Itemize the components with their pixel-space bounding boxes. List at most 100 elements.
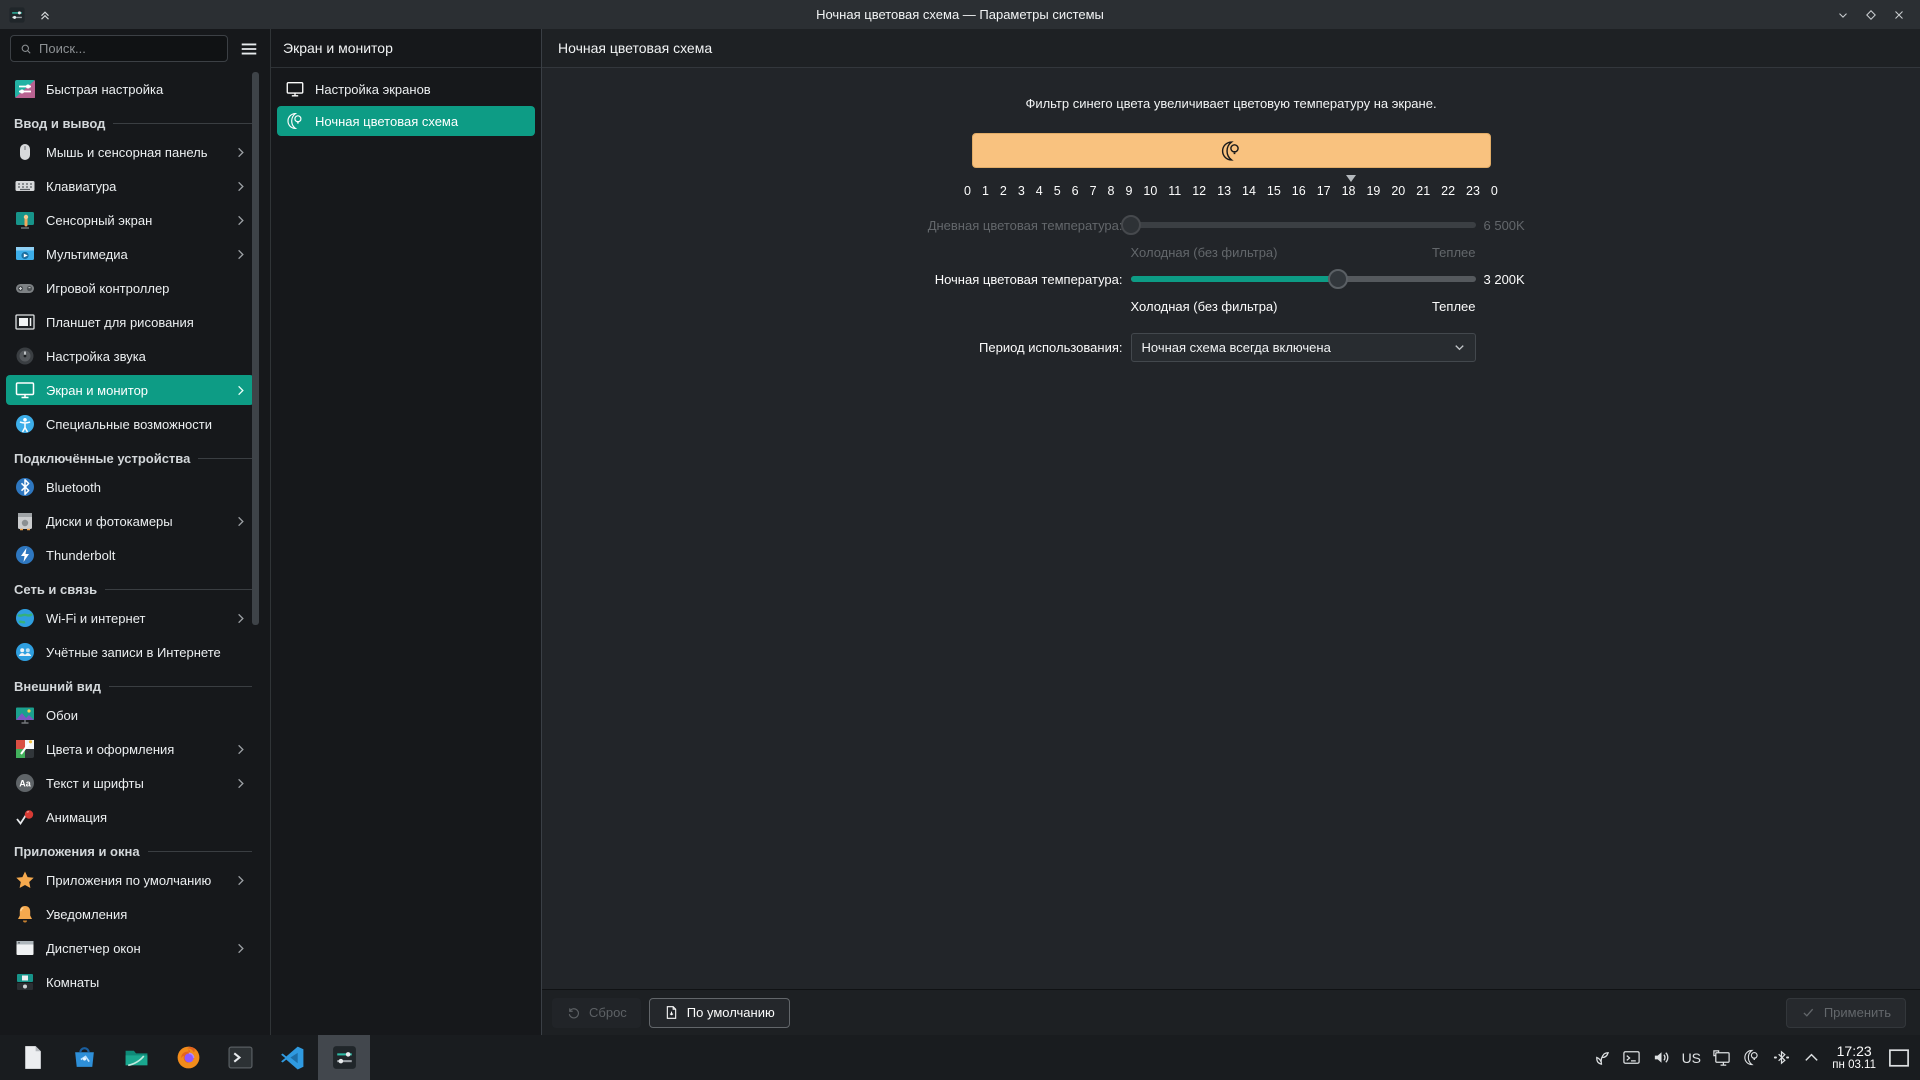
system-settings-icon	[331, 1044, 358, 1071]
subnav-item-screen-settings[interactable]: Настройка экранов	[277, 74, 535, 104]
tray-keyboard-layout[interactable]: US	[1676, 1035, 1706, 1080]
tray-screen-share[interactable]	[1706, 1035, 1736, 1080]
close-button[interactable]	[1890, 6, 1908, 24]
animation-icon	[14, 806, 36, 828]
taskbar-app-discover[interactable]	[58, 1035, 110, 1080]
sidebar-item-default-apps[interactable]: Приложения по умолчанию	[6, 865, 254, 895]
main-panel: Ночная цветовая схема Фильтр синего цвет…	[542, 29, 1920, 1035]
timeline-hour: 0	[1491, 184, 1498, 198]
timeline-hour: 6	[1072, 184, 1079, 198]
chevron-right-icon	[233, 941, 248, 956]
taskbar-app-dolphin[interactable]	[110, 1035, 162, 1080]
multimedia-icon	[14, 243, 36, 265]
clock[interactable]: 17:23 пн 03.11	[1832, 1043, 1876, 1072]
taskbar-app-vscode[interactable]	[266, 1035, 318, 1080]
sidebar-item-keyboard[interactable]: Клавиатура	[6, 171, 254, 201]
mouse-icon	[14, 141, 36, 163]
hamburger-menu-button[interactable]	[236, 36, 262, 62]
timeline-hour: 8	[1108, 184, 1115, 198]
tray-night-color[interactable]	[1736, 1035, 1766, 1080]
subnav-item-label: Настройка экранов	[315, 82, 431, 97]
tray-volume[interactable]	[1646, 1035, 1676, 1080]
timeline-hour: 0	[964, 184, 971, 198]
bluetooth-icon	[14, 476, 36, 498]
timeline-hour: 2	[1000, 184, 1007, 198]
slider-track[interactable]	[1131, 222, 1476, 228]
taskbar-app-firefox[interactable]	[162, 1035, 214, 1080]
sidebar-item-animation[interactable]: Анимация	[6, 802, 254, 832]
sidebar-item-game-controller[interactable]: Игровой контроллер	[6, 273, 254, 303]
sidebar-item-wallpaper[interactable]: Обои	[6, 700, 254, 730]
checkmark-icon	[1801, 1005, 1816, 1020]
sidebar-item-multimedia[interactable]: Мультимедиа	[6, 239, 254, 269]
tray-expand-tray[interactable]	[1796, 1035, 1826, 1080]
timeline-hour: 16	[1292, 184, 1306, 198]
apply-button[interactable]: Применить	[1786, 998, 1906, 1028]
keep-above-icon[interactable]	[36, 6, 54, 24]
sidebar-item-label: Клавиатура	[46, 179, 223, 194]
slider-handle[interactable]	[1328, 269, 1348, 289]
screen: Ночная цветовая схема — Параметры систем…	[0, 0, 1920, 1080]
sidebar-item-quick-settings[interactable]: Быстрая настройка	[6, 74, 254, 104]
window-titlebar: Ночная цветовая схема — Параметры систем…	[0, 0, 1920, 29]
tray-terminal[interactable]	[1616, 1035, 1646, 1080]
sidebar-item-rooms[interactable]: Комнаты	[6, 967, 254, 997]
sidebar-item-audio-setup[interactable]: Настройка звука	[6, 341, 254, 371]
sidebar-item-mouse-touchpad[interactable]: Мышь и сенсорная панель	[6, 137, 254, 167]
disks-cameras-icon	[14, 510, 36, 532]
defaults-button-label: По умолчанию	[687, 1005, 775, 1020]
taskbar-app-konsole[interactable]	[214, 1035, 266, 1080]
maximize-button[interactable]	[1862, 6, 1880, 24]
sidebar-item-wifi-internet[interactable]: Wi-Fi и интернет	[6, 603, 254, 633]
sidebar-item-disks-cameras[interactable]: Диски и фотокамеры	[6, 506, 254, 536]
timeline-hour: 17	[1317, 184, 1331, 198]
vscode-icon	[279, 1044, 306, 1071]
search-input[interactable]	[39, 41, 219, 56]
sidebar-item-bluetooth[interactable]: Bluetooth	[6, 472, 254, 502]
chevron-right-icon	[233, 179, 248, 194]
sidebar-item-display-monitor[interactable]: Экран и монитор	[6, 375, 254, 405]
sidebar-item-window-manager[interactable]: Диспетчер окон	[6, 933, 254, 963]
minimize-button[interactable]	[1834, 6, 1852, 24]
tray-bluetooth[interactable]	[1766, 1035, 1796, 1080]
night-color-icon	[1219, 139, 1243, 163]
wallpaper-icon	[14, 704, 36, 726]
notifications-icon	[14, 903, 36, 925]
night-temperature-scale: Холодная (без фильтра) Теплее	[879, 294, 1584, 318]
sidebar-scrollbar[interactable]	[252, 72, 259, 625]
konsole-icon	[227, 1044, 254, 1071]
reset-button[interactable]: Сброс	[552, 998, 641, 1028]
keyboard-icon	[14, 175, 36, 197]
night-temperature-slider[interactable]	[1131, 269, 1476, 289]
taskbar-app-system-settings[interactable]	[318, 1035, 370, 1080]
sidebar-item-drawing-tablet[interactable]: Планшет для рисования	[6, 307, 254, 337]
firefox-icon	[175, 1044, 202, 1071]
schedule-selected-value: Ночная схема всегда включена	[1142, 340, 1452, 355]
sidebar-item-notifications[interactable]: Уведомления	[6, 899, 254, 929]
chevron-down-icon	[1452, 340, 1467, 355]
slider-handle[interactable]	[1121, 215, 1141, 235]
sidebar-item-touchscreen[interactable]: Сенсорный экран	[6, 205, 254, 235]
taskbar: US 17:23 пн 03.11	[0, 1035, 1920, 1080]
section-label: Сеть и связь	[14, 582, 97, 597]
slider-track[interactable]	[1131, 276, 1476, 282]
sidebar-item-accessibility[interactable]: Специальные возможности	[6, 409, 254, 439]
search-box[interactable]	[10, 35, 228, 62]
timeline-hour: 19	[1366, 184, 1380, 198]
day-temperature-scale: Холодная (без фильтра) Теплее	[879, 240, 1584, 264]
game-controller-icon	[14, 277, 36, 299]
schedule-combobox[interactable]: Ночная схема всегда включена	[1131, 333, 1476, 362]
day-temperature-slider[interactable]	[1131, 215, 1476, 235]
sidebar-item-colors-themes[interactable]: Цвета и оформления	[6, 734, 254, 764]
sidebar-item-text-fonts[interactable]: AaТекст и шрифты	[6, 768, 254, 798]
sidebar-item-online-accounts[interactable]: Учётные записи в Интернете	[6, 637, 254, 667]
sidebar-item-thunderbolt[interactable]: Thunderbolt	[6, 540, 254, 570]
timeline-hour: 9	[1125, 184, 1132, 198]
taskbar-app-document[interactable]	[6, 1035, 58, 1080]
tray-flower[interactable]	[1586, 1035, 1616, 1080]
defaults-button[interactable]: По умолчанию	[649, 998, 790, 1028]
bluetooth-tray-icon	[1772, 1048, 1791, 1067]
subnav-item-night-color[interactable]: Ночная цветовая схема	[277, 106, 535, 136]
show-desktop-button[interactable]	[1886, 1035, 1912, 1080]
system-settings-app-icon	[8, 6, 26, 24]
